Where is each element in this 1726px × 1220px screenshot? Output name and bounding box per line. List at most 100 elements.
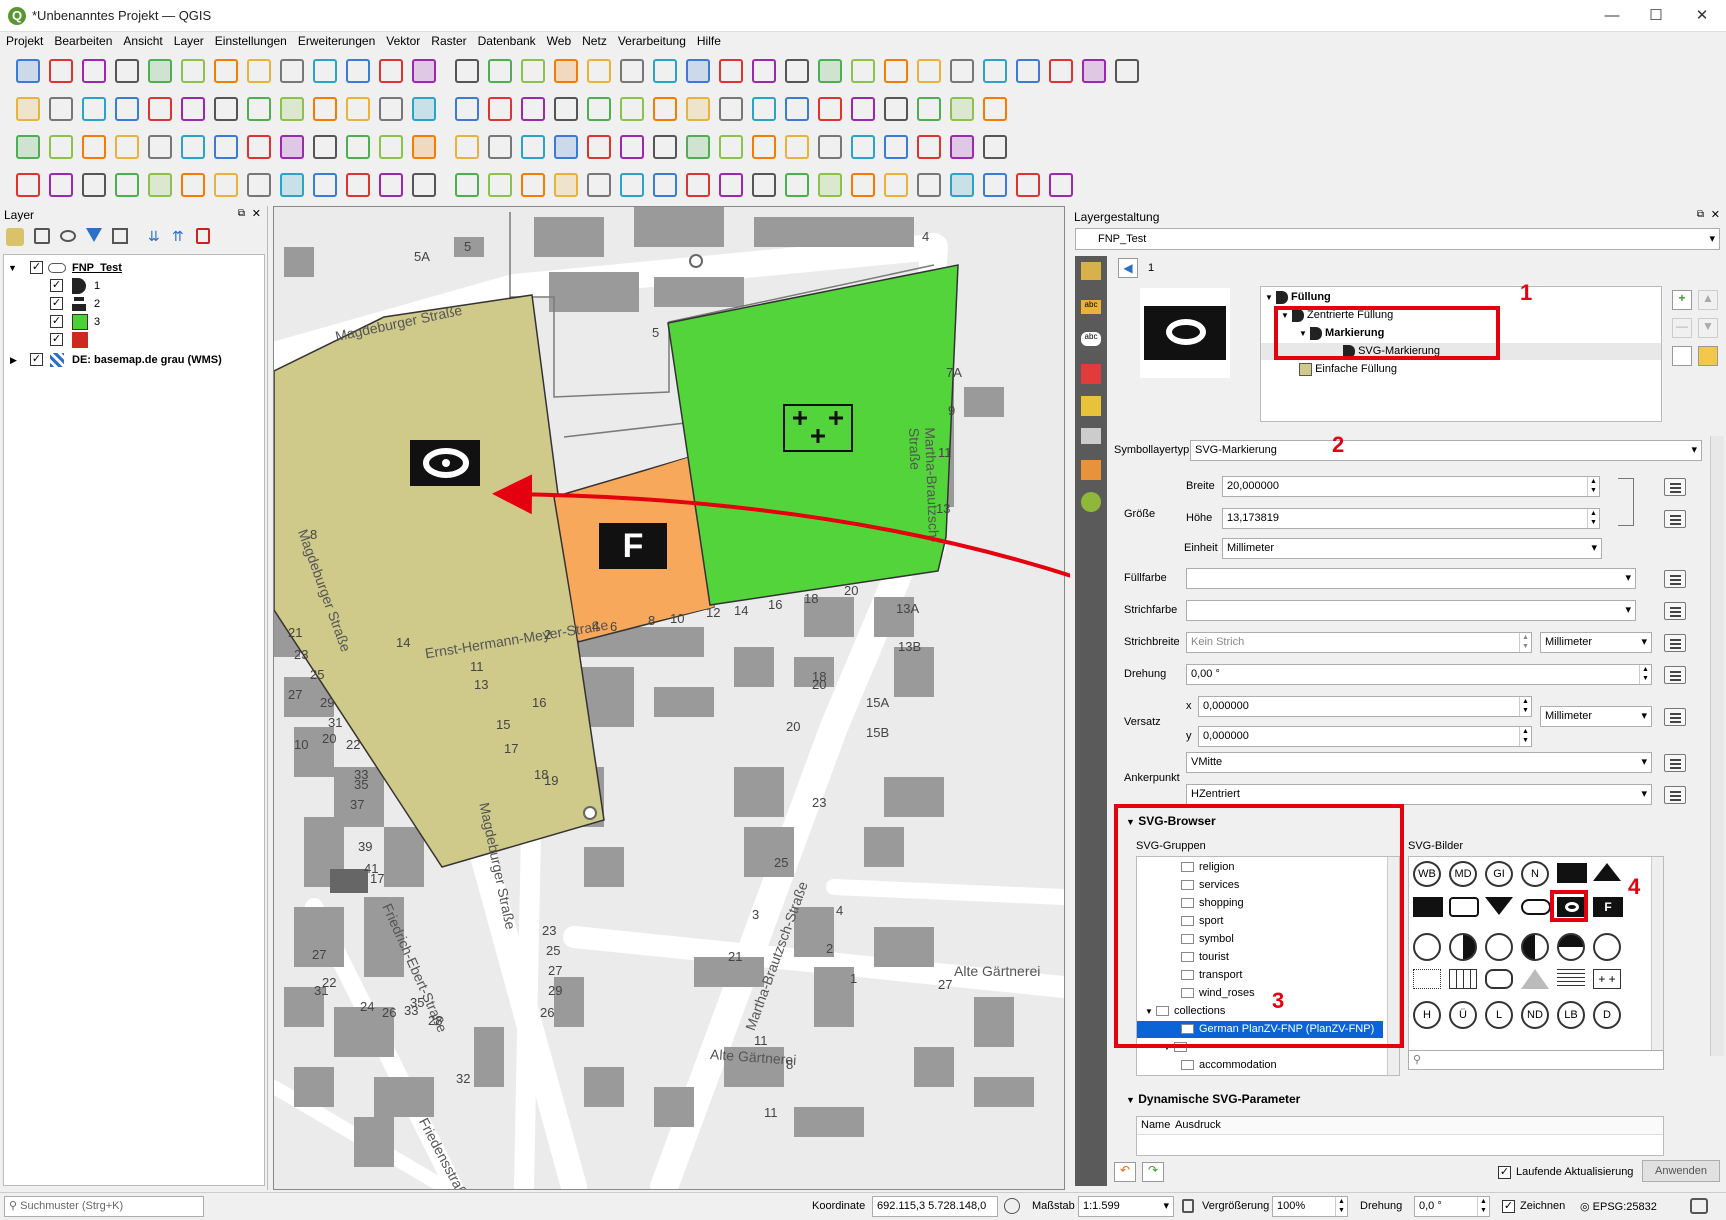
toolbar-tool-icon[interactable]: [412, 135, 436, 159]
toolbar-tool-icon[interactable]: [1049, 59, 1073, 83]
toolbar-tool-icon[interactable]: [983, 59, 1007, 83]
toolbar-tool-icon[interactable]: [884, 135, 908, 159]
toolbar-tool-icon[interactable]: [82, 135, 106, 159]
minimize-button[interactable]: —: [1590, 4, 1634, 28]
map-canvas[interactable]: F Magdeburger Straße Magdeburger Straße …: [273, 206, 1065, 1190]
data-defined-override-icon[interactable]: [1664, 666, 1686, 684]
toolbar-tool-icon[interactable]: [488, 173, 512, 197]
toolbar-tool-icon[interactable]: [884, 97, 908, 121]
close-panel-icon[interactable]: ✕: [252, 207, 261, 220]
toolbar-tool-icon[interactable]: [818, 135, 842, 159]
toolbar-tool-icon[interactable]: [247, 59, 271, 83]
live-update-checkbox[interactable]: ✓: [1498, 1166, 1511, 1179]
add-group-icon[interactable]: [34, 228, 50, 244]
add-symbol-layer-button[interactable]: +: [1672, 290, 1692, 310]
remove-symbol-layer-button[interactable]: —: [1672, 318, 1692, 338]
toolbar-tool-icon[interactable]: [488, 97, 512, 121]
height-input[interactable]: 13,173819 ▲ ▼: [1222, 508, 1600, 529]
toolbar-tool-icon[interactable]: [554, 173, 578, 197]
toolbar-tool-icon[interactable]: [488, 135, 512, 159]
svg-image-pie-icon[interactable]: [1413, 933, 1441, 961]
toolbar-tool-icon[interactable]: [983, 135, 1007, 159]
data-defined-override-icon[interactable]: [1664, 570, 1686, 588]
menu-bearbeiten[interactable]: Bearbeiten: [48, 32, 117, 48]
toolbar-tool-icon[interactable]: [16, 97, 40, 121]
col-header-expression[interactable]: Ausdruck: [1175, 1119, 1221, 1131]
toolbar-tool-icon[interactable]: [884, 173, 908, 197]
images-scrollbar[interactable]: [1651, 857, 1663, 1051]
data-defined-override-icon[interactable]: [1664, 510, 1686, 528]
toolbar-tool-icon[interactable]: [653, 97, 677, 121]
3d-view-tab-icon[interactable]: [1081, 364, 1101, 384]
apply-button[interactable]: Anwenden: [1642, 1160, 1720, 1182]
toolbar-tool-icon[interactable]: [620, 173, 644, 197]
menu-netz[interactable]: Netz: [576, 32, 612, 48]
toolbar-tool-icon[interactable]: [346, 173, 370, 197]
legend-item-3[interactable]: ✓ 3: [8, 313, 258, 331]
toolbar-tool-icon[interactable]: [752, 173, 776, 197]
rendering-tab-icon[interactable]: [1081, 460, 1101, 480]
toolbar-tool-icon[interactable]: [851, 135, 875, 159]
scale-select[interactable]: 1:1.599: [1078, 1196, 1174, 1217]
menu-verarbeitung[interactable]: Verarbeitung: [612, 32, 691, 48]
form-scrollbar[interactable]: [1710, 436, 1724, 1056]
toolbar-tool-icon[interactable]: [719, 135, 743, 159]
toolbar-tool-icon[interactable]: [247, 135, 271, 159]
toolbar-tool-icon[interactable]: [686, 135, 710, 159]
crs-button[interactable]: ◎ EPSG:25832: [1580, 1200, 1657, 1213]
svg-image-waves-icon[interactable]: [1557, 969, 1585, 989]
toolbar-tool-icon[interactable]: [1115, 59, 1139, 83]
menu-erweiterungen[interactable]: Erweiterungen: [292, 32, 380, 48]
svg-image-pill-icon[interactable]: [1521, 899, 1551, 915]
close-panel-icon[interactable]: ✕: [1711, 208, 1720, 221]
col-header-name[interactable]: Name: [1141, 1119, 1170, 1131]
toolbar-tool-icon[interactable]: [521, 135, 545, 159]
toolbar-tool-icon[interactable]: [620, 59, 644, 83]
svg-image-md[interactable]: MD: [1449, 861, 1477, 887]
unit-select[interactable]: Millimeter: [1222, 538, 1602, 559]
toolbar-tool-icon[interactable]: [214, 173, 238, 197]
toolbar-tool-icon[interactable]: [247, 97, 271, 121]
toolbar-tool-icon[interactable]: [313, 135, 337, 159]
toolbar-tool-icon[interactable]: [280, 173, 304, 197]
data-defined-override-icon[interactable]: [1664, 478, 1686, 496]
svg-image-half-circle-icon[interactable]: [1557, 933, 1585, 961]
svg-image-down-triangle-icon[interactable]: [1485, 897, 1513, 915]
magnifier-input[interactable]: 100% ▲ ▼: [1272, 1196, 1348, 1217]
svg-group-item[interactable]: accommodation: [1181, 1057, 1277, 1074]
toolbar-tool-icon[interactable]: [488, 59, 512, 83]
legend-item-2[interactable]: ✓ 2: [8, 295, 258, 313]
svg-image-circle-icon[interactable]: [1593, 933, 1621, 961]
history-tab-icon[interactable]: [1081, 492, 1101, 512]
toolbar-tool-icon[interactable]: [214, 97, 238, 121]
toolbar-tool-icon[interactable]: [16, 59, 40, 83]
toolbar-tool-icon[interactable]: [82, 173, 106, 197]
toolbar-tool-icon[interactable]: [752, 135, 776, 159]
svg-image-rounded-icon[interactable]: [1485, 969, 1513, 989]
offset-y-input[interactable]: 0,000000 ▲ ▼: [1198, 726, 1532, 747]
coordinate-input[interactable]: 692.115,3 5.728.148,0: [872, 1196, 998, 1217]
toolbar-tool-icon[interactable]: [950, 135, 974, 159]
data-defined-override-icon[interactable]: [1664, 602, 1686, 620]
toolbar-tool-icon[interactable]: [818, 97, 842, 121]
toolbar-tool-icon[interactable]: [82, 97, 106, 121]
toolbar-tool-icon[interactable]: [247, 173, 271, 197]
toolbar-tool-icon[interactable]: [653, 135, 677, 159]
svg-image-gi[interactable]: GI: [1485, 861, 1513, 887]
toolbar-tool-icon[interactable]: [620, 135, 644, 159]
filter-icon[interactable]: [86, 228, 102, 242]
legend-checkbox[interactable]: ✓: [50, 333, 63, 346]
svg-image-triangle-icon[interactable]: [1593, 863, 1621, 881]
toolbar-tool-icon[interactable]: [455, 173, 479, 197]
toolbar-tool-icon[interactable]: [884, 59, 908, 83]
svg-image-l[interactable]: L: [1485, 1001, 1513, 1029]
render-checkbox[interactable]: ✓: [1502, 1200, 1515, 1213]
svg-search-input[interactable]: ⚲: [1408, 1050, 1664, 1070]
stroke-unit-select[interactable]: Millimeter: [1540, 632, 1652, 653]
toolbar-tool-icon[interactable]: [148, 97, 172, 121]
toolbar-tool-icon[interactable]: [1082, 59, 1106, 83]
diagrams-tab-icon[interactable]: [1081, 396, 1101, 416]
toolbar-tool-icon[interactable]: [115, 59, 139, 83]
toolbar-tool-icon[interactable]: [554, 135, 578, 159]
svg-image-wb[interactable]: WB: [1413, 861, 1441, 887]
